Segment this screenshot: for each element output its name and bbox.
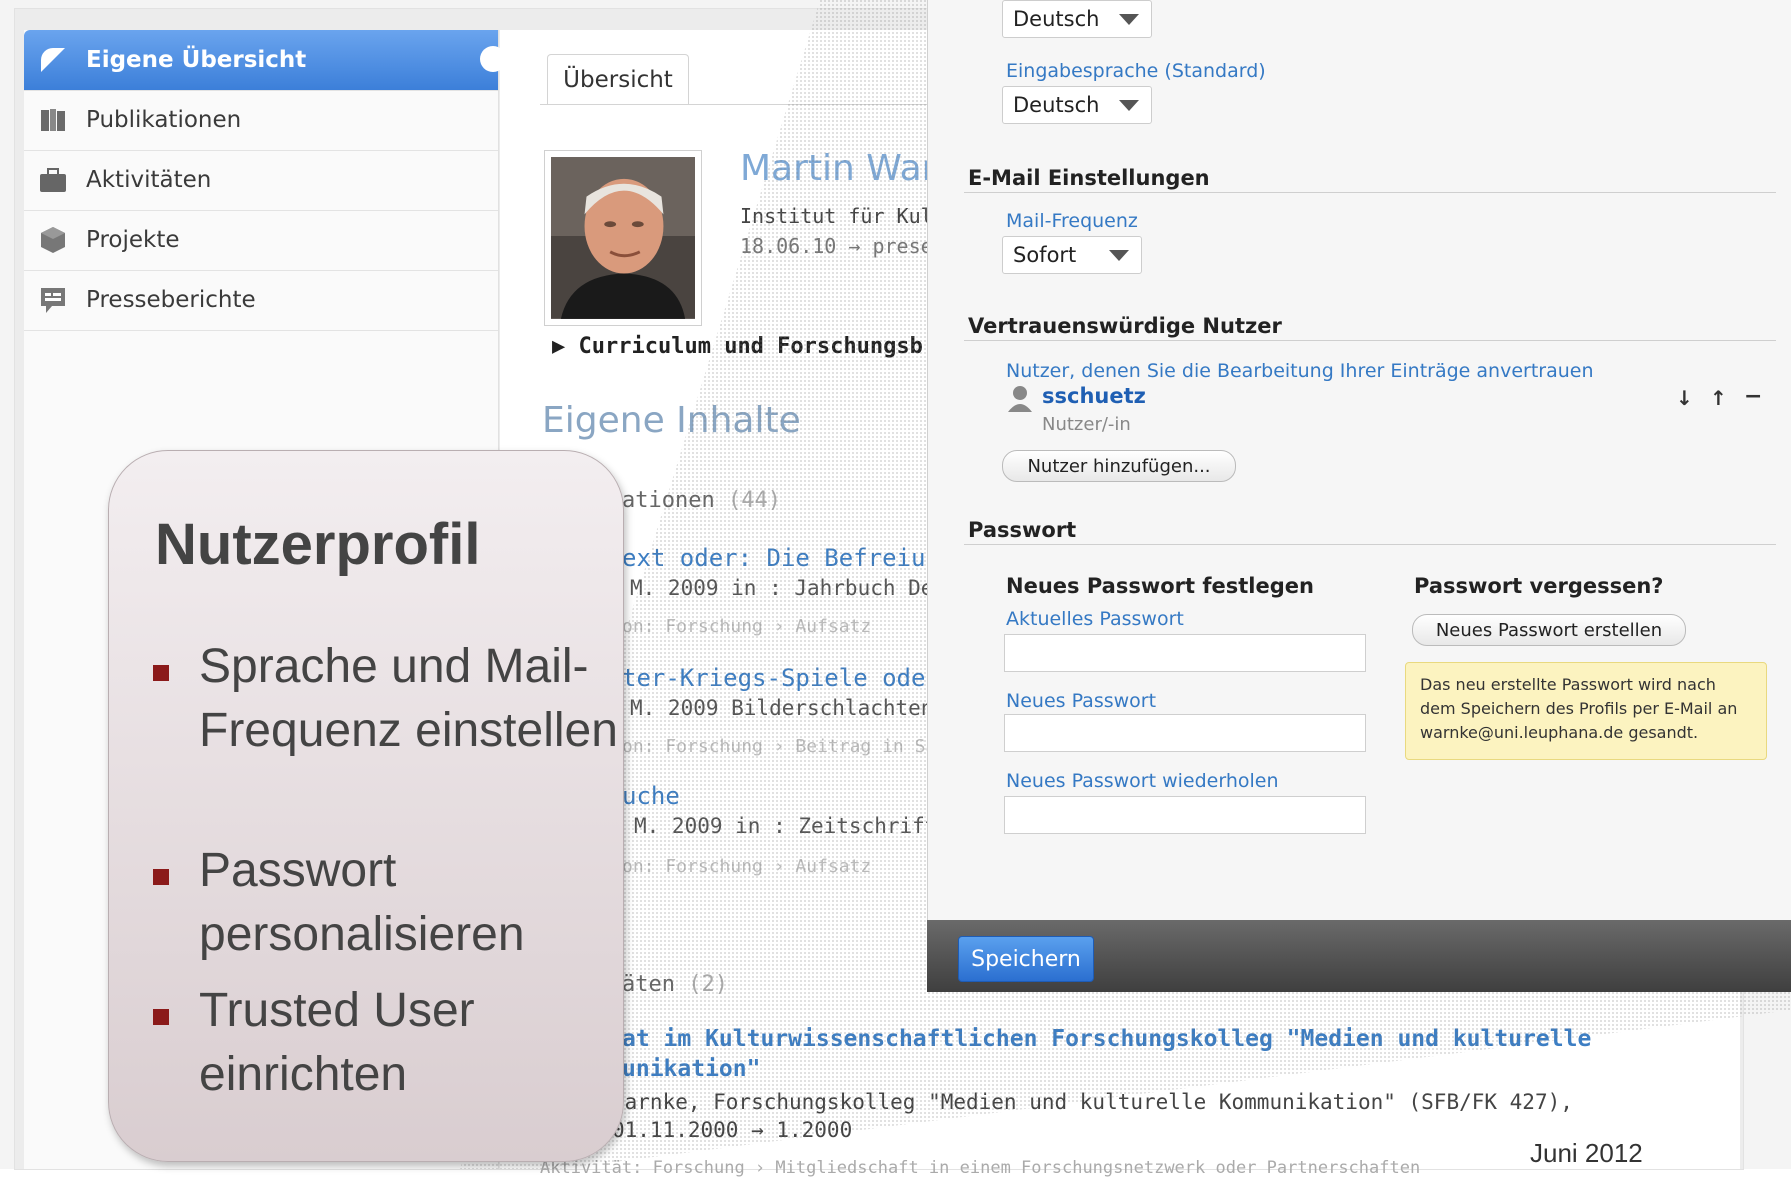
callout-box: Nutzerprofil Sprache und Mail-Frequenz e… — [108, 450, 624, 1162]
book-icon — [38, 105, 68, 135]
current-password-field[interactable] — [1004, 634, 1366, 672]
bullet-square-icon — [153, 869, 169, 885]
new-password-label: Neues Passwort — [1006, 690, 1157, 712]
sidebar-item-press[interactable]: Presseberichte — [24, 270, 498, 331]
sidebar-item-activities[interactable]: Aktivitäten — [24, 150, 498, 211]
triangle-right-icon: ▶ — [552, 334, 566, 359]
chevron-down-icon — [1119, 100, 1139, 111]
bullet-text: Trusted User einrichten — [199, 984, 475, 1101]
forgot-password-heading: Passwort vergessen? — [1414, 574, 1664, 598]
sidebar-item-label: Projekte — [86, 227, 180, 253]
mail-frequency-label: Mail-Frequenz — [1006, 210, 1138, 232]
curriculum-toggle[interactable]: ▶ Curriculum und Forschungsb — [552, 334, 923, 359]
sidebar-item-label: Presseberichte — [86, 287, 256, 313]
publication-type: on: Forschung › Beitrag in Samme — [622, 736, 969, 757]
profile-photo — [544, 150, 702, 326]
sidebar-item-projects[interactable]: Projekte — [24, 210, 498, 271]
trusted-user-name[interactable]: sschuetz — [1042, 384, 1146, 408]
cube-icon — [38, 225, 68, 255]
settings-panel: Deutsch Eingabesprache (Standard) Deutsc… — [927, 0, 1791, 992]
publications-section-label: ationen (44) — [622, 488, 781, 513]
chevron-down-icon — [1109, 250, 1129, 261]
footer-date: Juni 2012 — [1530, 1138, 1643, 1168]
mail-frequency-value: Sofort — [1013, 243, 1077, 267]
password-heading: Passwort — [968, 518, 1077, 542]
activities-count: (2) — [688, 972, 728, 997]
bullet-text: Sprache und Mail-Frequenz einstellen — [199, 640, 618, 757]
sidebar-item-label: Aktivitäten — [86, 167, 212, 193]
input-language-value: Deutsch — [1013, 93, 1100, 117]
callout-title: Nutzerprofil — [155, 512, 481, 577]
new-password-heading: Neues Passwort festlegen — [1006, 574, 1314, 598]
mail-frequency-select[interactable]: Sofort — [1002, 236, 1142, 274]
publication-type: on: Forschung › Aufsatz — [622, 856, 872, 877]
activity-info: Varnke, Forschungskolleg "Medien und kul… — [612, 1090, 1573, 1142]
publication-type: on: Forschung › Aufsatz — [622, 616, 872, 637]
trusted-user-role: Nutzer/-in — [1042, 414, 1131, 435]
remove-user-button[interactable]: − — [1744, 384, 1762, 409]
language-value: Deutsch — [1013, 7, 1100, 31]
input-language-select[interactable]: Deutsch — [1002, 86, 1152, 124]
chevron-down-icon — [1119, 14, 1139, 25]
bullet-text: Passwort personalisieren — [199, 844, 525, 961]
email-settings-heading: E-Mail Einstellungen — [968, 166, 1210, 190]
move-up-button[interactable]: ↑ — [1710, 386, 1727, 410]
input-language-label: Eingabesprache (Standard) — [1006, 60, 1266, 82]
password-info-note: Das neu erstellte Passwort wird nach dem… — [1405, 662, 1767, 760]
overview-icon — [38, 45, 68, 75]
new-password-field[interactable] — [1004, 714, 1366, 752]
sidebar-item-overview[interactable]: Eigene Übersicht — [24, 30, 506, 91]
profile-institute: Institut für Kultu — [740, 204, 957, 228]
trusted-users-description: Nutzer, denen Sie die Bearbeitung Ihrer … — [1006, 360, 1594, 382]
press-icon — [38, 285, 68, 315]
sidebar-item-label: Eigene Übersicht — [86, 47, 307, 73]
portrait-image — [551, 157, 695, 319]
sidebar-item-publications[interactable]: Publikationen — [24, 90, 498, 151]
save-button[interactable]: Speichern — [958, 936, 1094, 982]
own-content-heading: Eigene Inhalte — [542, 400, 801, 441]
user-icon — [1006, 384, 1034, 412]
slide: Eigene Übersicht Publikationen Aktivität… — [0, 0, 1791, 1178]
curriculum-label: Curriculum und Forschungsb — [578, 334, 923, 359]
language-select[interactable]: Deutsch — [1002, 0, 1152, 38]
publications-label: ationen — [622, 488, 715, 513]
add-user-button[interactable]: Nutzer hinzufügen... — [1002, 450, 1236, 482]
briefcase-icon — [38, 165, 68, 195]
publication-title[interactable]: uche — [622, 782, 680, 810]
activity-title[interactable]: at im Kulturwissenschaftlichen Forschung… — [622, 1024, 1622, 1084]
trusted-users-heading: Vertrauenswürdige Nutzer — [968, 314, 1282, 338]
tab-divider — [540, 104, 980, 105]
section-divider — [964, 340, 1776, 341]
repeat-password-label: Neues Passwort wiederholen — [1006, 770, 1279, 792]
profile-dates: 18.06.10 → prese — [740, 234, 933, 258]
move-down-button[interactable]: ↓ — [1676, 386, 1693, 410]
section-divider — [964, 544, 1776, 545]
section-divider — [964, 192, 1776, 193]
tab-overview[interactable]: Übersicht — [547, 54, 689, 105]
publications-count: (44) — [727, 488, 781, 513]
create-password-button[interactable]: Neues Passwort erstellen — [1412, 614, 1686, 646]
bullet-square-icon — [153, 1009, 169, 1025]
current-password-label: Aktuelles Passwort — [1006, 608, 1184, 630]
activity-type: Aktivität: Forschung › Mitgliedschaft in… — [540, 1158, 1421, 1178]
profile-name[interactable]: Martin Warı — [740, 148, 946, 189]
sidebar-item-label: Publikationen — [86, 107, 242, 133]
bullet-square-icon — [153, 665, 169, 681]
repeat-password-field[interactable] — [1004, 796, 1366, 834]
